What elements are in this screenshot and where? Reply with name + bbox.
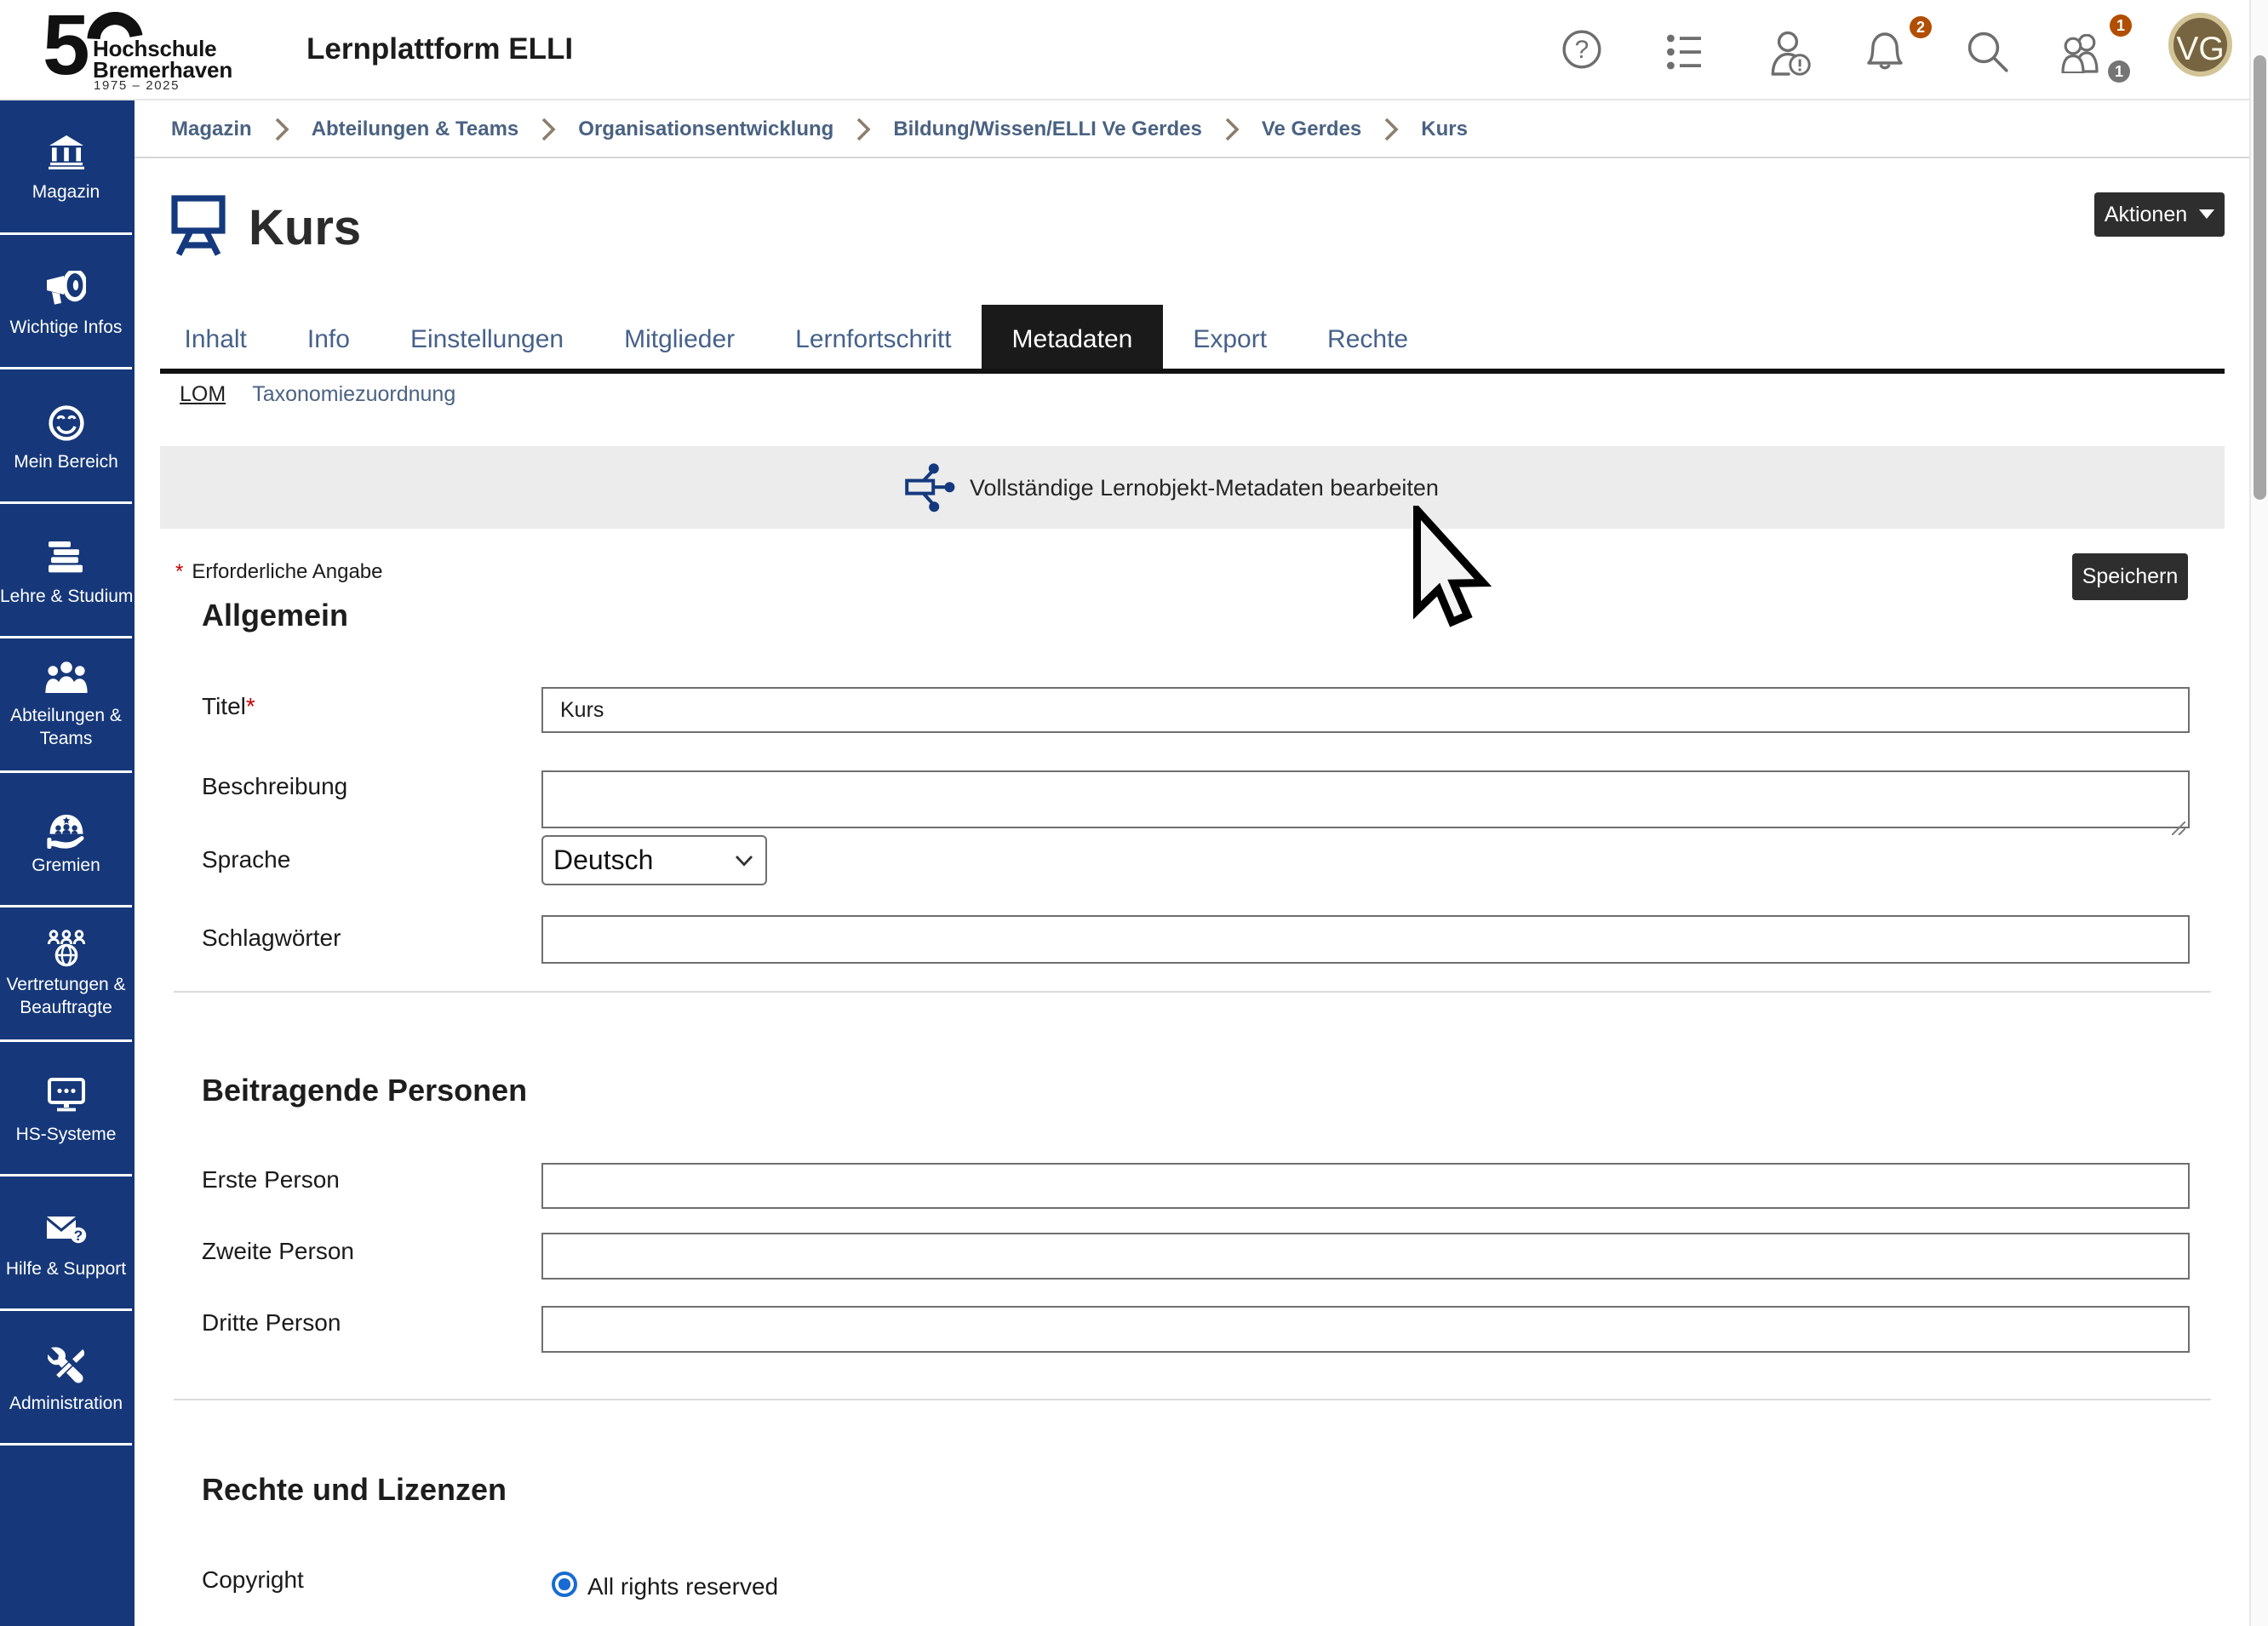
svg-text:?: ?	[1575, 36, 1589, 64]
svg-text:?: ?	[73, 1228, 82, 1244]
